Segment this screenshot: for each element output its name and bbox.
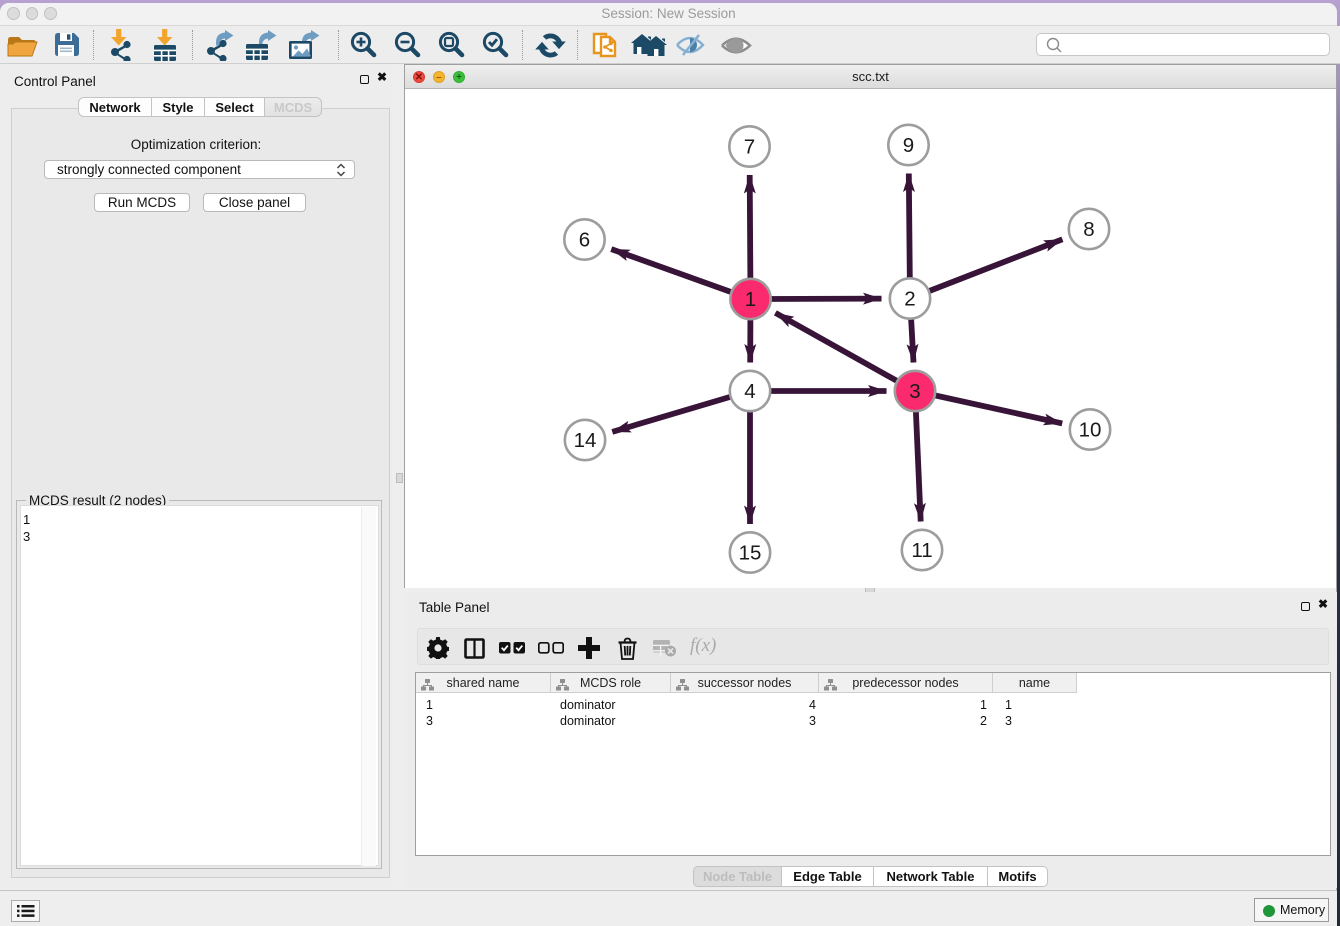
svg-text:14: 14 [574,429,597,452]
svg-text:8: 8 [1083,218,1094,241]
svg-text:2: 2 [904,288,915,311]
svg-text:11: 11 [911,539,932,562]
svg-text:6: 6 [579,229,590,252]
svg-text:15: 15 [739,542,762,565]
svg-text:10: 10 [1079,419,1102,442]
svg-text:9: 9 [903,134,914,157]
svg-text:3: 3 [909,380,920,403]
svg-text:7: 7 [744,136,755,159]
svg-text:1: 1 [745,288,756,311]
svg-text:4: 4 [744,380,755,403]
